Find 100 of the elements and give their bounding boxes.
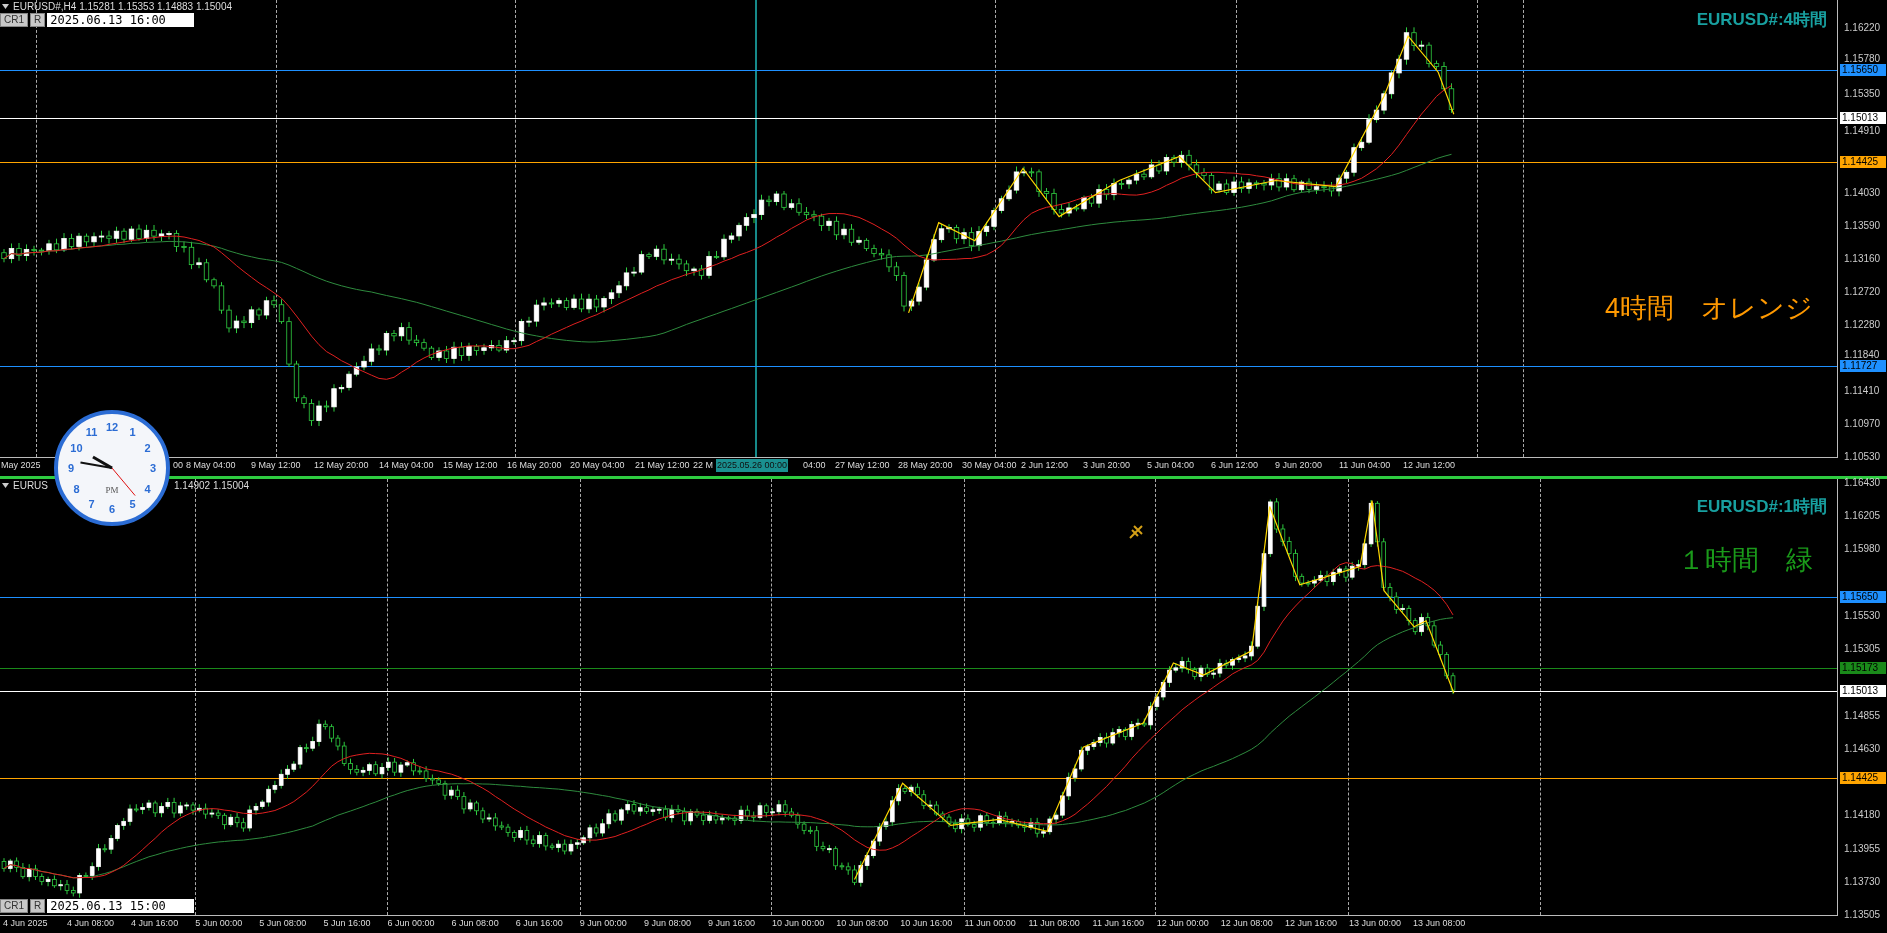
time-axis-label: 4 Jun 08:00 (66, 917, 116, 930)
time-axis-label: 11 Jun 04:00 (1338, 459, 1392, 472)
chart-button[interactable]: CR1 (0, 899, 28, 913)
price-tick-label: 1.15780 (1844, 52, 1881, 64)
price-tick-label: 1.15305 (1844, 642, 1881, 654)
clock-numeral: 6 (108, 503, 116, 515)
time-axis-label: 11 Jun 16:00 (1091, 917, 1145, 930)
price-tag: 1.15173 (1840, 661, 1886, 674)
price-tick-label: 1.13730 (1844, 875, 1881, 887)
symbol-quote-text: 1.14902 1.15004 (174, 480, 250, 491)
time-axis-label: 10 Jun 16:00 (899, 917, 954, 930)
time-axis-label: 04:00 (802, 459, 827, 472)
time-axis-label: 12 Jun 08:00 (1219, 917, 1274, 930)
time-axis-label: 9 Jun 00:00 (578, 917, 628, 930)
time-axis-label: 12 Jun 16:00 (1283, 917, 1338, 930)
price-tick-label: 1.14910 (1844, 124, 1881, 136)
price-tick-label: 1.13505 (1844, 908, 1881, 920)
price-tick-label: 1.13590 (1844, 219, 1881, 231)
price-tick-label: 1.16220 (1844, 21, 1881, 33)
price-tag: 1.15013 (1840, 685, 1886, 698)
time-axis-label: 12 Jun 00:00 (1155, 917, 1210, 930)
time-axis-label: 28 May 20:00 (897, 459, 954, 472)
time-axis-label: 9 May 12:00 (250, 459, 302, 472)
clock-numeral: 1 (129, 426, 136, 439)
time-axis-label: 00 (172, 459, 184, 472)
clock-numeral: 4 (144, 482, 151, 495)
time-axis-label: 6 Jun 16:00 (514, 917, 564, 930)
price-tick-label: 1.16205 (1844, 509, 1881, 521)
time-axis-label: 30 May 04:00 (961, 459, 1018, 472)
chart-button[interactable]: R (30, 13, 46, 27)
time-axis-label: 3 Jun 20:00 (1082, 459, 1132, 472)
symbol-quote-text: EURUS (13, 480, 48, 491)
time-axis-label: 22 M (692, 459, 714, 472)
time-axis-label: 5 Jun 04:00 (1146, 459, 1196, 472)
price-tick-label: 1.11840 (1844, 348, 1880, 360)
time-axis-label: 6 Jun 12:00 (1210, 459, 1260, 472)
price-tick-label: 1.10970 (1844, 417, 1881, 429)
time-axis-label: 4 Jun 2025 (2, 917, 49, 930)
time-axis-label: 2 Jun 12:00 (1020, 459, 1070, 472)
price-tick-label: 1.13160 (1844, 252, 1881, 264)
time-axis-label: 4 Jun 16:00 (130, 917, 180, 930)
clock-numeral: 9 (67, 462, 75, 474)
clock-numeral: 12 (105, 421, 119, 433)
clock-numeral: 3 (149, 462, 157, 474)
price-tick-label: 1.12280 (1844, 318, 1881, 330)
price-tick-label: 1.14180 (1844, 808, 1881, 820)
time-axis-label: 6 Jun 08:00 (450, 917, 500, 930)
time-axis-label: 16 May 20:00 (506, 459, 563, 472)
time-axis-label: 9 Jun 08:00 (642, 917, 692, 930)
price-tick-label: 1.11410 (1844, 384, 1880, 396)
time-axis-label: 9 Jun 16:00 (707, 917, 757, 930)
time-axis-label: 12 Jun 12:00 (1402, 459, 1457, 472)
time-axis-label: 15 May 12:00 (442, 459, 499, 472)
time-axis-label: 11 Jun 08:00 (1027, 917, 1081, 930)
time-axis-label: 8 May 04:00 (185, 459, 237, 472)
clock-label: PM (105, 485, 119, 495)
price-tag: 1.15650 (1840, 63, 1886, 76)
price-tag: 1.15013 (1840, 112, 1886, 124)
time-axis-label: 13 Jun 00:00 (1348, 917, 1403, 930)
time-axis-label: 2025.05.26 00:00 (716, 459, 789, 472)
symbol-quote-text: EURUSD#,H4 1.15281 1.15353 1.14883 1.15004 (13, 1, 233, 12)
time-axis-label: 5 Jun 16:00 (322, 917, 372, 930)
chart-note: 4時間 オレンジ (1604, 292, 1813, 325)
time-axis-label: 20 May 04:00 (569, 459, 626, 472)
time-axis-label: 10 Jun 00:00 (771, 917, 826, 930)
time-axis-label: 6 Jun 00:00 (386, 917, 436, 930)
price-tick-label: 1.14030 (1844, 186, 1881, 198)
chart-title: EURUSD#:1時間 (1696, 496, 1827, 518)
price-tag: 1.15650 (1840, 591, 1886, 604)
time-axis-label: 14 May 04:00 (378, 459, 435, 472)
price-tick-label: 1.12720 (1844, 285, 1881, 297)
time-axis-label: May 2025 (0, 459, 42, 472)
price-tag: 1.14425 (1840, 772, 1886, 785)
time-axis-label: 10 Jun 08:00 (835, 917, 890, 930)
clock-numeral: 8 (73, 482, 80, 495)
price-tick-label: 1.15350 (1844, 87, 1881, 99)
time-axis-label: 5 Jun 00:00 (194, 917, 244, 930)
price-tag: 1.11727 (1840, 359, 1886, 372)
price-tick-label: 1.16430 (1844, 476, 1881, 488)
clock-numeral: 2 (144, 441, 151, 454)
price-tick-label: 1.15980 (1844, 542, 1881, 554)
price-tick-label: 1.15530 (1844, 609, 1881, 621)
time-axis-label: 9 Jun 20:00 (1274, 459, 1324, 472)
time-axis-label: 13 Jun 08:00 (1412, 917, 1467, 930)
price-tag: 1.14425 (1840, 156, 1886, 169)
time-axis-label: 5 Jun 08:00 (258, 917, 308, 930)
chart-button[interactable]: R (30, 899, 46, 913)
clock-numeral: 11 (85, 426, 98, 439)
time-axis-label: 21 May 12:00 (634, 459, 691, 472)
chart-note: １時間 緑 (1678, 544, 1813, 577)
clock-numeral: 5 (129, 497, 136, 510)
price-tick-label: 1.14630 (1844, 742, 1881, 754)
price-tick-label: 1.14855 (1844, 709, 1881, 721)
time-axis-label: 11 Jun 00:00 (963, 917, 1017, 930)
clock-numeral: 10 (70, 441, 83, 454)
price-tick-label: 1.10530 (1844, 450, 1881, 462)
chart-button[interactable]: CR1 (0, 13, 28, 27)
time-axis-label: 27 May 12:00 (834, 459, 891, 472)
chart-title: EURUSD#:4時間 (1696, 9, 1827, 31)
clock-numeral: 7 (88, 497, 95, 510)
